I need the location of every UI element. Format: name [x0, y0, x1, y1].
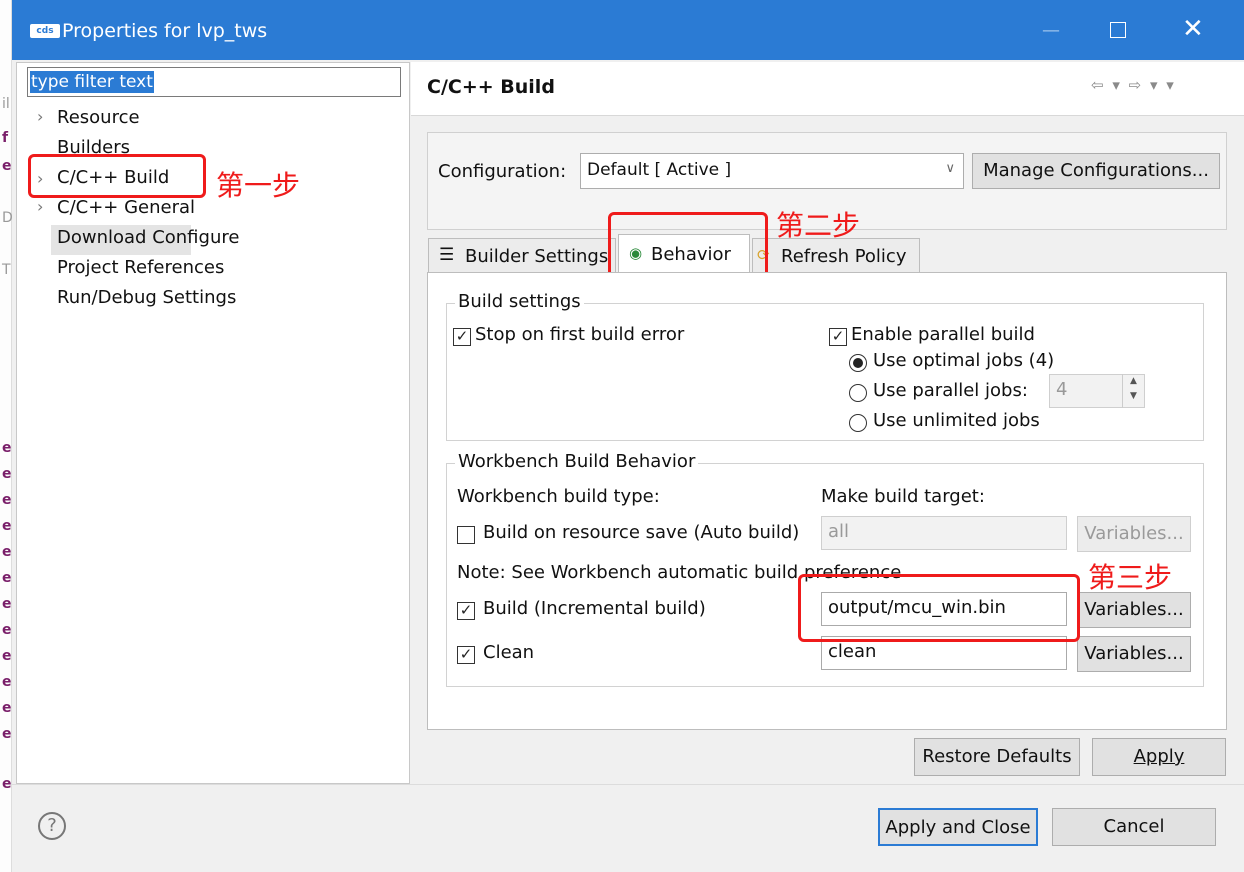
configuration-label: Configuration: [438, 161, 567, 182]
restore-defaults-button[interactable]: Restore Defaults [914, 738, 1080, 776]
tree-item-resource[interactable]: Resource [57, 107, 140, 128]
filter-text: type filter text [30, 71, 154, 93]
page-title: C/C++ Build [427, 76, 555, 98]
close-icon[interactable]: ✕ [1182, 14, 1204, 44]
tree-item-download-configure[interactable]: Download Configure [57, 227, 239, 248]
auto-variables-button[interactable]: Variables... [1077, 516, 1191, 552]
stop-on-error-label: Stop on first build error [475, 324, 685, 345]
stop-on-error-checkbox[interactable]: ✓ [453, 328, 471, 346]
tree-item-cpp-general[interactable]: C/C++ General [57, 197, 195, 218]
page-header: C/C++ Build ⇦ ▾ ⇨ ▾ ▾ [411, 62, 1244, 116]
configuration-value: Default [ Active ] [587, 160, 732, 180]
workbench-build-title: Workbench Build Behavior [455, 451, 699, 472]
navigation-arrows-icon[interactable]: ⇦ ▾ ⇨ ▾ ▾ [1091, 76, 1176, 94]
optimal-jobs-label: Use optimal jobs (4) [873, 350, 1055, 371]
tab-builder-settings[interactable]: ☰ Builder Settings [428, 238, 616, 274]
cancel-button[interactable]: Cancel [1052, 808, 1216, 846]
background-editor-strip: il f e D T e e e e e e e e e e e e e [0, 0, 13, 872]
help-icon[interactable]: ? [38, 812, 66, 840]
clean-label: Clean [483, 642, 535, 663]
filter-input[interactable]: type filter text [27, 67, 401, 97]
unlimited-jobs-radio[interactable] [849, 414, 867, 432]
build-settings-group: Build settings ✓ Stop on first build err… [446, 291, 1204, 441]
step1-label: 第一步 [216, 169, 301, 202]
properties-dialog: cds Properties for lvp_tws — ✕ type filt… [12, 0, 1244, 872]
step2-label: 第二步 [776, 209, 861, 242]
chevron-right-icon[interactable]: › [37, 107, 43, 126]
configuration-select[interactable]: Default [ Active ] ∨ [580, 153, 964, 189]
parallel-jobs-value: 4 [1056, 379, 1068, 400]
behavior-tab-panel: Build settings ✓ Stop on first build err… [427, 272, 1227, 730]
tree-item-project-references[interactable]: Project References [57, 257, 224, 278]
apply-and-close-button[interactable]: Apply and Close [878, 808, 1038, 846]
tab-label: Builder Settings [465, 246, 609, 267]
clean-variables-button[interactable]: Variables... [1077, 636, 1191, 672]
auto-build-label: Build on resource save (Auto build) [483, 522, 800, 543]
incremental-build-checkbox[interactable]: ✓ [457, 602, 475, 620]
title-bar[interactable]: cds Properties for lvp_tws — ✕ [12, 0, 1244, 60]
list-icon: ☰ [439, 245, 455, 265]
optimal-jobs-radio[interactable] [849, 354, 867, 372]
parallel-jobs-stepper[interactable]: 4 ▲ ▼ [1049, 374, 1145, 408]
chevron-right-icon[interactable]: › [37, 197, 43, 216]
step3-highlight-box [798, 574, 1080, 642]
minimize-icon[interactable]: — [1042, 20, 1060, 41]
parallel-jobs-radio[interactable] [849, 384, 867, 402]
chevron-down-icon: ∨ [945, 161, 955, 176]
step1-highlight-box [28, 154, 206, 198]
tree-item-run-debug-settings[interactable]: Run/Debug Settings [57, 287, 236, 308]
apply-button[interactable]: Apply [1092, 738, 1226, 776]
build-settings-title: Build settings [455, 291, 584, 312]
maximize-button[interactable] [1110, 22, 1126, 38]
auto-build-target-input[interactable]: all [821, 516, 1067, 550]
parallel-build-label: Enable parallel build [851, 324, 1035, 345]
auto-build-checkbox[interactable] [457, 526, 475, 544]
parallel-jobs-label: Use parallel jobs: [873, 380, 1028, 401]
spinner-arrows-icon[interactable]: ▲ ▼ [1122, 374, 1144, 408]
tab-label: Refresh Policy [781, 246, 907, 267]
incremental-build-label: Build (Incremental build) [483, 598, 706, 619]
unlimited-jobs-label: Use unlimited jobs [873, 410, 1040, 431]
bottom-separator [12, 784, 1244, 785]
make-build-target-label: Make build target: [821, 486, 985, 507]
workbench-build-type-label: Workbench build type: [457, 486, 660, 507]
parallel-build-checkbox[interactable]: ✓ [829, 328, 847, 346]
clean-checkbox[interactable]: ✓ [457, 646, 475, 664]
incremental-variables-button[interactable]: Variables... [1077, 592, 1191, 628]
step3-label: 第三步 [1088, 561, 1173, 594]
window-title: Properties for lvp_tws [62, 20, 268, 42]
app-logo-icon: cds [30, 24, 60, 38]
manage-configurations-button[interactable]: Manage Configurations... [972, 153, 1220, 189]
